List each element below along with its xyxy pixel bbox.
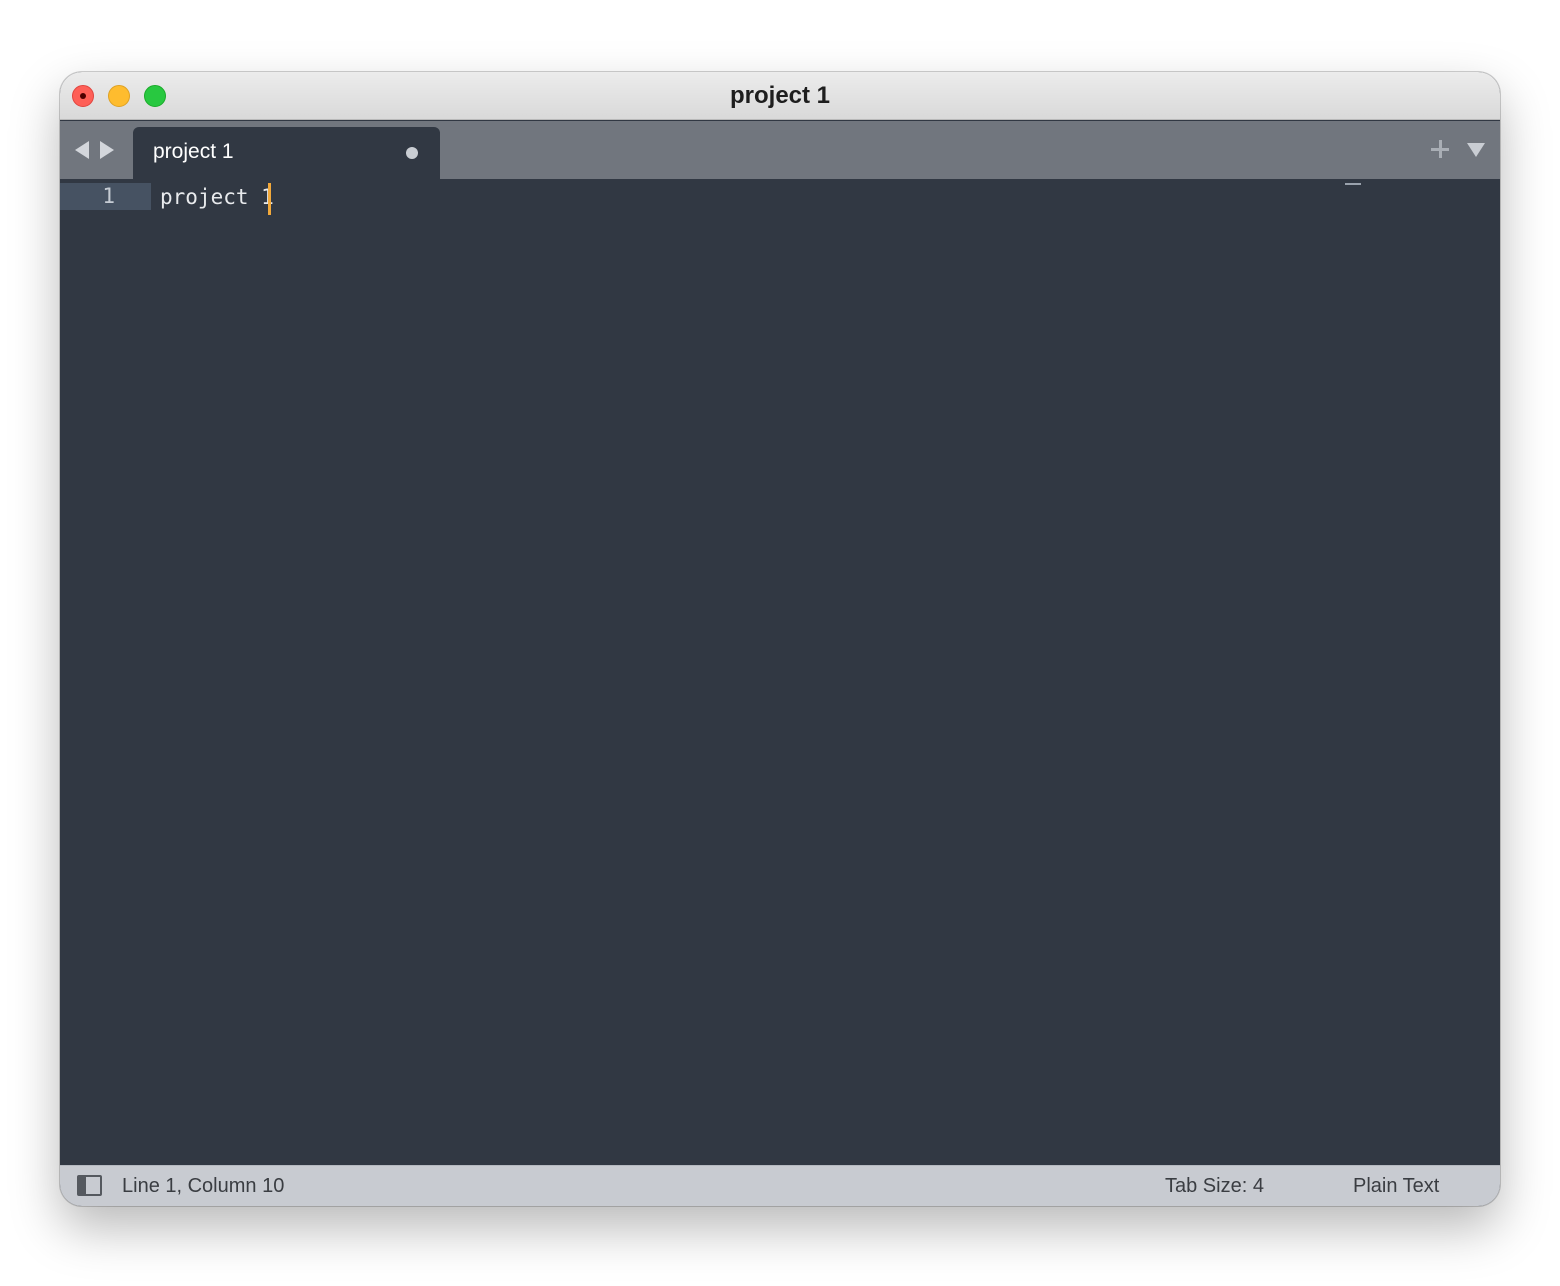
syntax-selector[interactable]: Plain Text: [1353, 1166, 1439, 1206]
status-bar: Line 1, Column 10 Tab Size: 4 Plain Text: [60, 1165, 1500, 1206]
sidebar-toggle-icon[interactable]: [77, 1175, 102, 1196]
tab-label: project 1: [153, 140, 234, 163]
tab-project-1[interactable]: project 1: [133, 127, 440, 179]
text-caret: [267, 183, 271, 215]
cursor-position: Line 1, Column 10: [122, 1175, 285, 1197]
triangle-down-icon[interactable]: [1467, 143, 1485, 157]
window-title: project 1: [729, 82, 831, 109]
tab-size-selector[interactable]: Tab Size: 4: [1165, 1166, 1264, 1206]
plus-icon[interactable]: [1431, 140, 1449, 158]
code-line-text: project 1: [160, 185, 274, 209]
minimap[interactable]: [1345, 183, 1361, 185]
forward-arrow-icon[interactable]: [100, 141, 114, 159]
tab-bar: project 1: [60, 121, 1500, 179]
editor-area[interactable]: 1 project 1: [60, 179, 1500, 1165]
title-bar[interactable]: project 1: [60, 72, 1500, 120]
back-arrow-icon[interactable]: [75, 141, 89, 159]
editor-window: project 1 project 1 1 project 1 Line 1, …: [60, 72, 1500, 1206]
unsaved-dot-icon[interactable]: [406, 147, 418, 159]
gutter-active-line: 1: [60, 183, 151, 210]
code-line[interactable]: project 1: [160, 182, 274, 215]
line-number: 1: [102, 184, 115, 208]
